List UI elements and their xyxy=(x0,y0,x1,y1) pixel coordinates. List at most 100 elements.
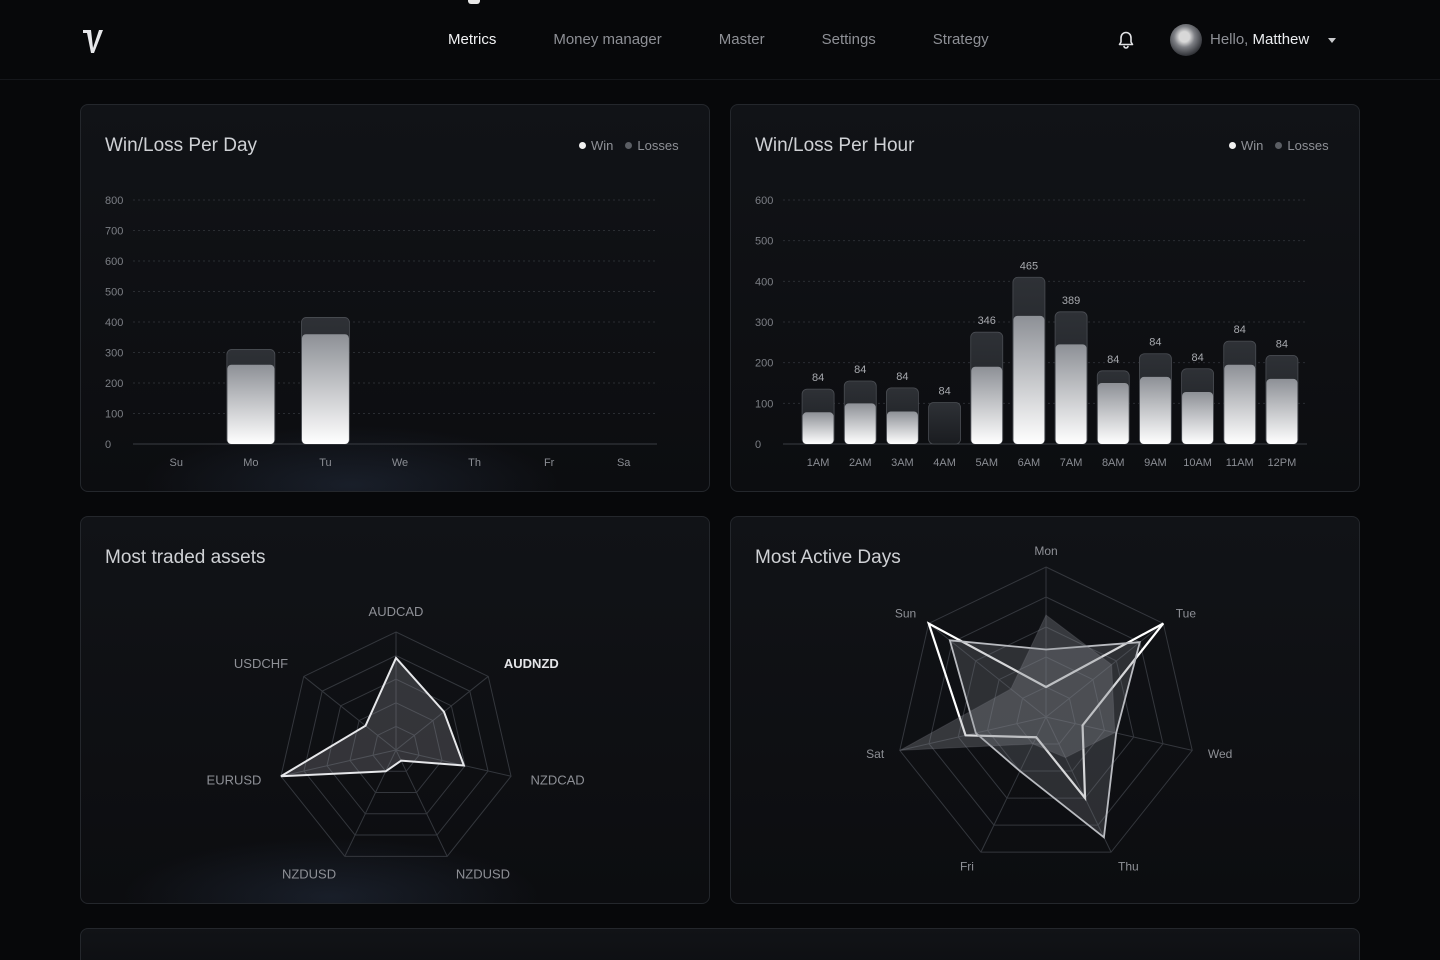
win-loss-per-day-card: Win/Loss Per Day Win Losses 0 100 200 300 40… xyxy=(80,104,710,492)
data-label: 84 xyxy=(1276,338,1288,350)
active-nav-indicator xyxy=(468,0,480,4)
x-tick-label: 6AM xyxy=(1018,457,1041,469)
bottom-table-card xyxy=(80,928,1360,960)
data-label: 84 xyxy=(938,386,950,398)
x-tick-label: 8AM xyxy=(1102,457,1125,469)
y-tick-label: 600 xyxy=(755,195,773,207)
win-bar xyxy=(301,334,349,444)
y-tick-label: 0 xyxy=(105,439,111,451)
radar-axis-label: AUDNZD xyxy=(504,656,559,671)
loss-bar xyxy=(928,402,961,445)
win-bar xyxy=(971,366,1003,444)
radar-axis-label: Fri xyxy=(960,860,974,874)
nav-item-master[interactable]: Master xyxy=(719,31,765,48)
nav-item-money-manager[interactable]: Money manager xyxy=(553,31,661,48)
win-bar xyxy=(1139,376,1171,444)
radar-axis-label: Wed xyxy=(1208,747,1232,761)
radar-spoke xyxy=(395,749,448,857)
main-nav: Metrics Money manager Master Settings St… xyxy=(448,31,1046,48)
data-label: 389 xyxy=(1062,295,1080,307)
radar-axis-label: Sat xyxy=(866,747,885,761)
x-tick-label: 2AM xyxy=(849,457,872,469)
x-tick-label: Fr xyxy=(544,457,555,469)
user-menu-chevron-down-icon[interactable] xyxy=(1328,38,1336,43)
data-label: 84 xyxy=(812,372,824,384)
win-bar xyxy=(227,364,275,444)
most-active-days-card: Most Active Days Mon Tue Wed Thu Fri Sat Sun xyxy=(730,516,1360,904)
top-navigation-bar: Metrics Money manager Master Settings St… xyxy=(0,0,1440,80)
data-label: 84 xyxy=(1149,337,1161,349)
nav-item-strategy[interactable]: Strategy xyxy=(933,31,989,48)
radar-axis-label: USDCHF xyxy=(234,656,288,671)
win-loss-per-day-chart: 0 100 200 300 400 500 600 700 800 Su Mo Tu We Th Fr Sa xyxy=(105,195,657,469)
y-tick-label: 100 xyxy=(105,409,123,421)
data-label: 465 xyxy=(1020,260,1038,272)
data-label: 84 xyxy=(1191,352,1203,364)
win-bar xyxy=(1182,391,1214,444)
win-loss-per-hour-chart: 0 100 200 300 400 500 600 84 1AM 84 2AM 84 3AM 84 4AM 3… xyxy=(755,195,1307,469)
win-bar xyxy=(1013,315,1045,444)
user-avatar[interactable] xyxy=(1170,24,1202,56)
win-bar xyxy=(1224,364,1256,444)
x-tick-label: 12PM xyxy=(1268,457,1297,469)
y-tick-label: 200 xyxy=(105,378,123,390)
radar-axis-label: Thu xyxy=(1118,860,1139,874)
x-tick-label: We xyxy=(392,457,408,469)
most-traded-assets-card: Most traded assets AUDCAD AUDNZD NZDCAD NZD… xyxy=(80,516,710,904)
nav-item-metrics[interactable]: Metrics xyxy=(448,31,496,48)
win-loss-per-hour-card: Win/Loss Per Hour Win Losses 0 100 200 300 4… xyxy=(730,104,1360,492)
x-tick-label: 4AM xyxy=(933,457,956,469)
radar-series-1 xyxy=(280,656,466,778)
notification-bell-icon[interactable] xyxy=(1116,30,1136,50)
radar-axis-label: Sun xyxy=(895,607,916,621)
y-tick-label: 700 xyxy=(105,226,123,238)
data-label: 84 xyxy=(854,364,866,376)
radar-axis-label: AUDCAD xyxy=(369,604,424,619)
data-label: 346 xyxy=(978,315,996,327)
x-tick-label: Su xyxy=(170,457,183,469)
x-tick-label: Sa xyxy=(617,457,631,469)
y-tick-label: 100 xyxy=(755,398,773,410)
x-tick-label: Tu xyxy=(319,457,331,469)
x-tick-label: Th xyxy=(468,457,481,469)
x-tick-label: 7AM xyxy=(1060,457,1083,469)
most-active-days-radar: Mon Tue Wed Thu Fri Sat Sun xyxy=(866,544,1232,874)
x-tick-label: 10AM xyxy=(1183,457,1212,469)
data-label: 84 xyxy=(1107,354,1119,366)
x-tick-label: 1AM xyxy=(807,457,830,469)
y-tick-label: 500 xyxy=(105,287,123,299)
x-tick-label: 3AM xyxy=(891,457,914,469)
user-name: Matthew xyxy=(1252,31,1310,48)
win-bar xyxy=(1266,378,1298,444)
brand-logo[interactable] xyxy=(82,28,104,54)
radar-axis-label: NZDCAD xyxy=(531,773,585,788)
data-label: 84 xyxy=(896,371,908,383)
y-tick-label: 300 xyxy=(105,348,123,360)
x-tick-label: 5AM xyxy=(975,457,998,469)
radar-axis-label: Mon xyxy=(1034,544,1057,558)
win-bar xyxy=(802,412,834,444)
y-tick-label: 300 xyxy=(755,317,773,329)
y-tick-label: 600 xyxy=(105,256,123,268)
y-tick-label: 400 xyxy=(755,276,773,288)
x-tick-label: 9AM xyxy=(1144,457,1167,469)
radar-axis-label: Tue xyxy=(1176,607,1197,621)
win-bar xyxy=(886,411,918,444)
win-bar xyxy=(844,403,876,444)
radar-axis-label: EURUSD xyxy=(207,773,262,788)
most-traded-assets-radar: AUDCAD AUDNZD NZDCAD NZDUSD NZDUSD EURUSD USDC… xyxy=(207,604,585,881)
data-label: 84 xyxy=(1234,324,1246,336)
radar-axis-label: NZDUSD xyxy=(282,866,336,881)
y-tick-label: 400 xyxy=(105,317,123,329)
win-bar xyxy=(1055,344,1087,444)
radar-axis-label: NZDUSD xyxy=(456,866,510,881)
y-tick-label: 200 xyxy=(755,358,773,370)
greeting-text: Hello, xyxy=(1210,31,1249,48)
nav-item-settings[interactable]: Settings xyxy=(822,31,876,48)
win-bar xyxy=(1097,383,1129,444)
y-tick-label: 500 xyxy=(755,236,773,248)
user-greeting[interactable]: Hello, Matthew xyxy=(1210,31,1309,48)
y-tick-label: 0 xyxy=(755,439,761,451)
x-tick-label: Mo xyxy=(243,457,258,469)
x-tick-label: 11AM xyxy=(1226,457,1254,469)
